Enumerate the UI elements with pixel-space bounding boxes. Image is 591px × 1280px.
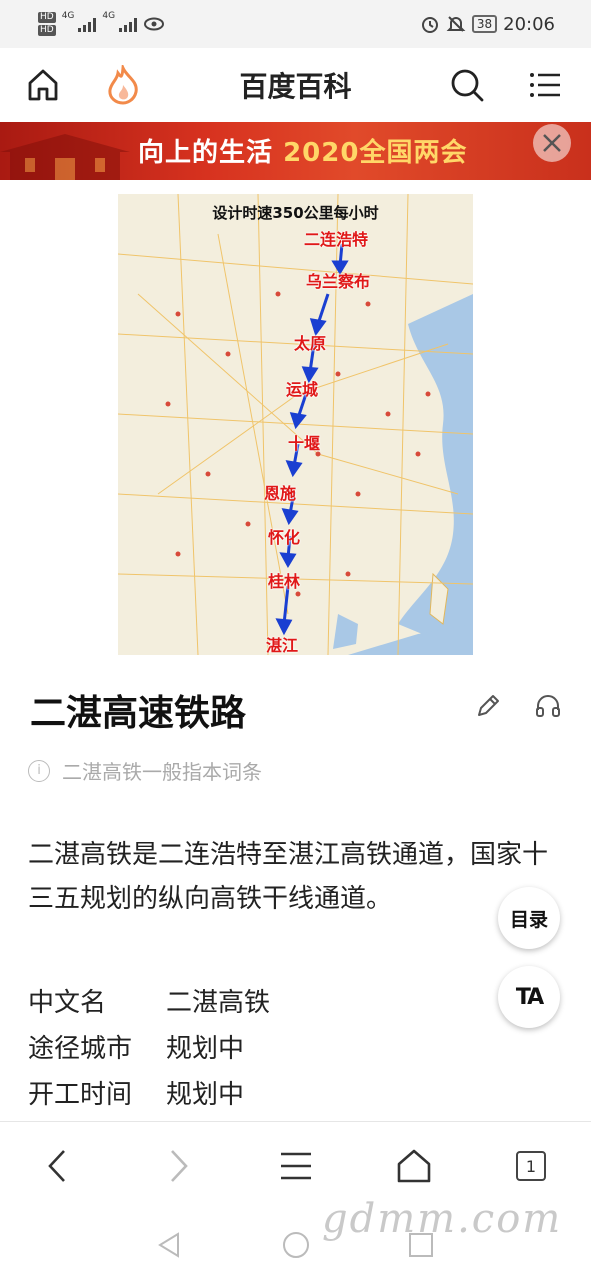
- status-right: 38 20:06: [420, 14, 555, 35]
- map-city-label: 怀化: [268, 528, 301, 547]
- info-row: 开工时间 规划中: [28, 1072, 270, 1118]
- forward-button[interactable]: [158, 1146, 198, 1186]
- hd-badge-1: HD: [38, 12, 56, 23]
- edit-button[interactable]: [474, 692, 502, 720]
- info-value: 二湛高铁: [166, 988, 271, 1018]
- toc-button[interactable]: 目录: [498, 887, 560, 949]
- disambiguation-note[interactable]: i 二湛高铁一般指本词条: [28, 756, 262, 785]
- network-type-2: 4G: [102, 11, 116, 21]
- page-title: 二湛高速铁路: [30, 693, 247, 734]
- map-city-label: 恩施: [264, 484, 297, 503]
- hamburger-icon: [281, 1152, 311, 1180]
- chevron-left-icon: [48, 1150, 65, 1182]
- article-summary: 二湛高铁是二连浩特至湛江高铁通道，国家十三五规划的纵向高铁干线通道。: [28, 840, 549, 914]
- search-button[interactable]: [446, 64, 488, 106]
- list-menu-icon: [530, 73, 560, 97]
- clock: 20:06: [503, 13, 555, 35]
- info-row: 途径城市 规划中: [28, 1026, 270, 1072]
- map-city-label: 太原: [294, 334, 327, 353]
- network-type-1: 4G: [61, 11, 75, 21]
- triangle-back-icon: [158, 1232, 179, 1258]
- close-icon: [543, 134, 561, 152]
- top-nav-bar: 百度百科: [0, 48, 591, 122]
- map-city-label: 乌兰察布: [306, 272, 371, 291]
- home-icon: [397, 1149, 431, 1183]
- ta-label: TA: [515, 984, 544, 1010]
- signal-icon: [78, 16, 97, 32]
- map-city-label: 湛江: [266, 636, 299, 655]
- map-city-label: 运城: [286, 380, 319, 399]
- gate-tower-icon: [0, 134, 130, 180]
- listen-button[interactable]: [534, 692, 562, 720]
- sys-back-button[interactable]: [156, 1231, 182, 1263]
- back-button[interactable]: [38, 1146, 78, 1186]
- info-key: 中文名: [28, 988, 107, 1018]
- signal-icon-2: [119, 16, 138, 32]
- menu-button-bottom[interactable]: [276, 1146, 316, 1186]
- hd-badges: HD HD: [38, 12, 56, 36]
- info-value: 规划中: [166, 1034, 245, 1064]
- map-city-label: 十堰: [288, 434, 321, 453]
- sys-home-button[interactable]: [282, 1231, 310, 1263]
- headphones-icon: [536, 695, 560, 717]
- mute-icon: [446, 16, 466, 32]
- banner-headline: 向上的生活 2020全国两会: [138, 132, 467, 169]
- tab-count: 1: [516, 1151, 546, 1181]
- info-box: 中文名 二湛高铁 途径城市 规划中 开工时间 规划中: [28, 980, 270, 1118]
- info-row: 中文名 二湛高铁: [28, 980, 270, 1026]
- watermark: gdmm.com: [322, 1196, 563, 1242]
- info-key: 开工时间: [28, 1080, 133, 1110]
- tabs-button[interactable]: 1: [511, 1146, 551, 1186]
- info-key: 途径城市: [28, 1034, 133, 1064]
- eye-icon: [144, 17, 165, 31]
- chevron-right-icon: [171, 1150, 188, 1182]
- disambiguation-text: 二湛高铁一般指本词条: [62, 760, 262, 784]
- pencil-icon: [478, 695, 499, 716]
- status-bar: HD HD 4G 4G 38 20:06: [0, 0, 591, 48]
- menu-button[interactable]: [524, 64, 566, 106]
- info-value: 规划中: [166, 1080, 245, 1110]
- home-button-bottom[interactable]: [394, 1146, 434, 1186]
- info-icon: i: [28, 759, 50, 782]
- banner-year: 2020全国两会: [283, 138, 468, 168]
- ta-button[interactable]: TA: [498, 966, 560, 1028]
- search-icon: [451, 69, 484, 102]
- map-caption: 设计时速350公里每小时: [212, 204, 379, 222]
- hd-badge-2: HD: [38, 25, 56, 36]
- promo-banner[interactable]: 向上的生活 2020全国两会: [0, 122, 591, 180]
- battery-indicator: 38: [471, 15, 498, 33]
- route-map-image[interactable]: 设计时速350公里每小时 二连浩特 乌兰察布 太原 运城 十堰 恩施 怀化 桂林…: [118, 194, 473, 655]
- nav-title: 百度百科: [239, 70, 352, 103]
- status-left: HD HD 4G 4G: [38, 12, 165, 36]
- circle-home-icon: [283, 1232, 309, 1258]
- alarm-icon: [421, 17, 438, 33]
- banner-text: 向上的生活: [138, 138, 274, 168]
- map-city-label: 二连浩特: [304, 230, 369, 249]
- map-city-label: 桂林: [268, 572, 301, 591]
- banner-close-button[interactable]: [533, 124, 571, 162]
